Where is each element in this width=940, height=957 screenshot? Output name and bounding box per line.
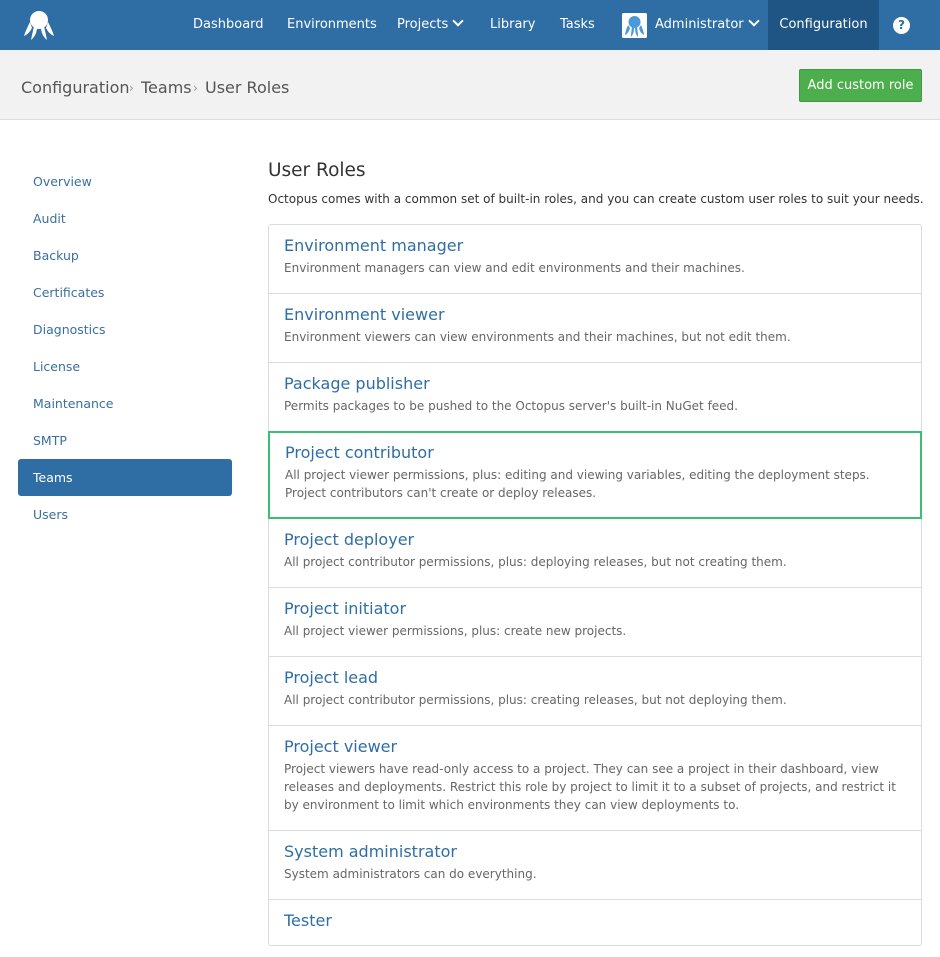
role-description: All project viewer permissions, plus: cr… — [284, 624, 627, 638]
nav-configuration[interactable]: Configuration — [768, 0, 879, 50]
sidebar-item-smtp[interactable]: SMTP — [18, 422, 232, 459]
role-name[interactable]: Project deployer — [284, 529, 906, 551]
sidebar-item-maintenance[interactable]: Maintenance — [18, 385, 232, 422]
chevron-down-icon — [452, 15, 464, 27]
sidebar-item-users[interactable]: Users — [18, 496, 232, 533]
role-item-project-viewer[interactable]: Project viewer Project viewers have read… — [269, 726, 921, 831]
role-item-tester[interactable]: Tester — [269, 900, 921, 945]
role-item-environment-manager[interactable]: Environment manager Environment managers… — [269, 225, 921, 294]
nav-environments[interactable]: Environments — [287, 0, 377, 50]
role-name[interactable]: Package publisher — [284, 373, 906, 395]
nav-library[interactable]: Library — [490, 0, 535, 50]
breadcrumb-user-roles: User Roles — [205, 78, 290, 97]
role-item-project-deployer[interactable]: Project deployer All project contributor… — [269, 519, 921, 588]
sidebar-item-audit[interactable]: Audit — [18, 200, 232, 237]
page-title: User Roles — [268, 160, 366, 181]
nav-administrator[interactable]: Administrator — [655, 0, 760, 50]
nav-administrator-label: Administrator — [655, 17, 744, 32]
role-name[interactable]: Project viewer — [284, 736, 906, 758]
role-name[interactable]: System administrator — [284, 841, 906, 863]
help-icon[interactable]: ? — [893, 17, 910, 34]
role-name[interactable]: Environment manager — [284, 235, 906, 257]
role-description: Permits packages to be pushed to the Oct… — [284, 399, 738, 413]
breadcrumb-teams[interactable]: Teams — [141, 50, 192, 120]
octopus-logo-icon[interactable] — [22, 8, 56, 42]
user-avatar-icon[interactable] — [622, 13, 647, 38]
top-nav: Dashboard Environments Projects Library … — [0, 0, 940, 50]
page-description: Octopus comes with a common set of built… — [268, 192, 924, 206]
add-custom-role-button[interactable]: Add custom role — [799, 69, 922, 102]
role-item-package-publisher[interactable]: Package publisher Permits packages to be… — [269, 363, 921, 432]
role-description: All project contributor permissions, plu… — [284, 693, 787, 707]
role-description: Project viewers have read-only access to… — [284, 762, 896, 812]
role-name[interactable]: Tester — [284, 910, 906, 932]
page-header: Configuration › Teams › User Roles Add c… — [0, 50, 940, 120]
role-item-project-contributor[interactable]: Project contributor All project viewer p… — [268, 431, 922, 519]
sidebar-item-teams[interactable]: Teams — [18, 459, 232, 496]
role-item-system-administrator[interactable]: System administrator System administrato… — [269, 831, 921, 900]
nav-projects-label: Projects — [397, 17, 449, 32]
chevron-down-icon — [747, 15, 760, 27]
nav-tasks[interactable]: Tasks — [560, 0, 595, 50]
breadcrumb-separator-icon: › — [193, 81, 198, 95]
role-name[interactable]: Project lead — [284, 667, 906, 689]
sidebar-item-diagnostics[interactable]: Diagnostics — [18, 311, 232, 348]
sidebar-item-certificates[interactable]: Certificates — [18, 274, 232, 311]
role-item-project-lead[interactable]: Project lead All project contributor per… — [269, 657, 921, 726]
sidebar-item-overview[interactable]: Overview — [18, 163, 232, 200]
role-description: System administrators can do everything. — [284, 867, 537, 881]
sidebar-item-license[interactable]: License — [18, 348, 232, 385]
role-item-project-initiator[interactable]: Project initiator All project viewer per… — [269, 588, 921, 657]
role-name[interactable]: Project contributor — [285, 442, 905, 464]
role-description: All project viewer permissions, plus: ed… — [285, 468, 870, 500]
role-name[interactable]: Environment viewer — [284, 304, 906, 326]
nav-dashboard[interactable]: Dashboard — [193, 0, 264, 50]
role-item-environment-viewer[interactable]: Environment viewer Environment viewers c… — [269, 294, 921, 363]
breadcrumb-configuration[interactable]: Configuration — [21, 50, 130, 120]
role-description: Environment viewers can view environment… — [284, 330, 791, 344]
role-name[interactable]: Project initiator — [284, 598, 906, 620]
nav-projects[interactable]: Projects — [397, 0, 464, 50]
role-description: Environment managers can view and edit e… — [284, 261, 745, 275]
breadcrumb-separator-icon: › — [129, 81, 134, 95]
sidebar-item-backup[interactable]: Backup — [18, 237, 232, 274]
roles-list: Environment manager Environment managers… — [268, 224, 922, 946]
role-description: All project contributor permissions, plu… — [284, 555, 787, 569]
